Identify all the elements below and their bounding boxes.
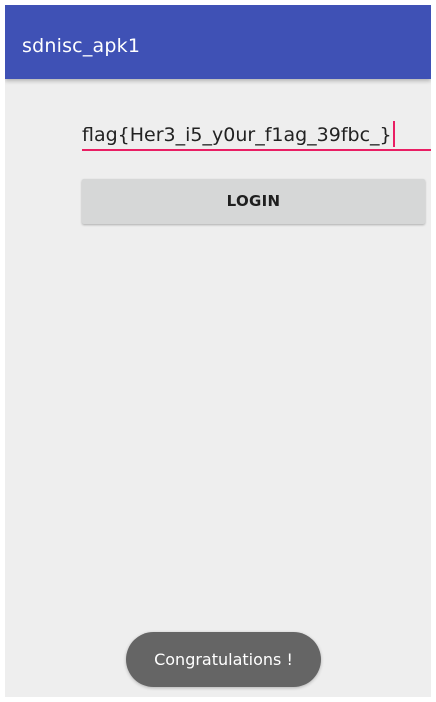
toast-message: Congratulations ! [126, 632, 321, 687]
app-screen: sdnisc_apk1 flag{Her3_i5_y0ur_f1ag_39fbc… [5, 5, 431, 697]
flag-input-text: flag{Her3_i5_y0ur_f1ag_39fbc_} [82, 124, 392, 146]
login-button-label: LOGIN [226, 192, 281, 210]
toast-text: Congratulations ! [154, 650, 293, 669]
app-title: sdnisc_apk1 [22, 35, 141, 57]
flag-input-field[interactable]: flag{Her3_i5_y0ur_f1ag_39fbc_} [82, 115, 431, 153]
app-bar: sdnisc_apk1 [5, 5, 431, 79]
input-underline [82, 149, 431, 151]
login-button[interactable]: LOGIN [82, 179, 425, 224]
text-cursor [392, 121, 395, 147]
flag-input-value[interactable]: flag{Her3_i5_y0ur_f1ag_39fbc_} [82, 121, 395, 147]
